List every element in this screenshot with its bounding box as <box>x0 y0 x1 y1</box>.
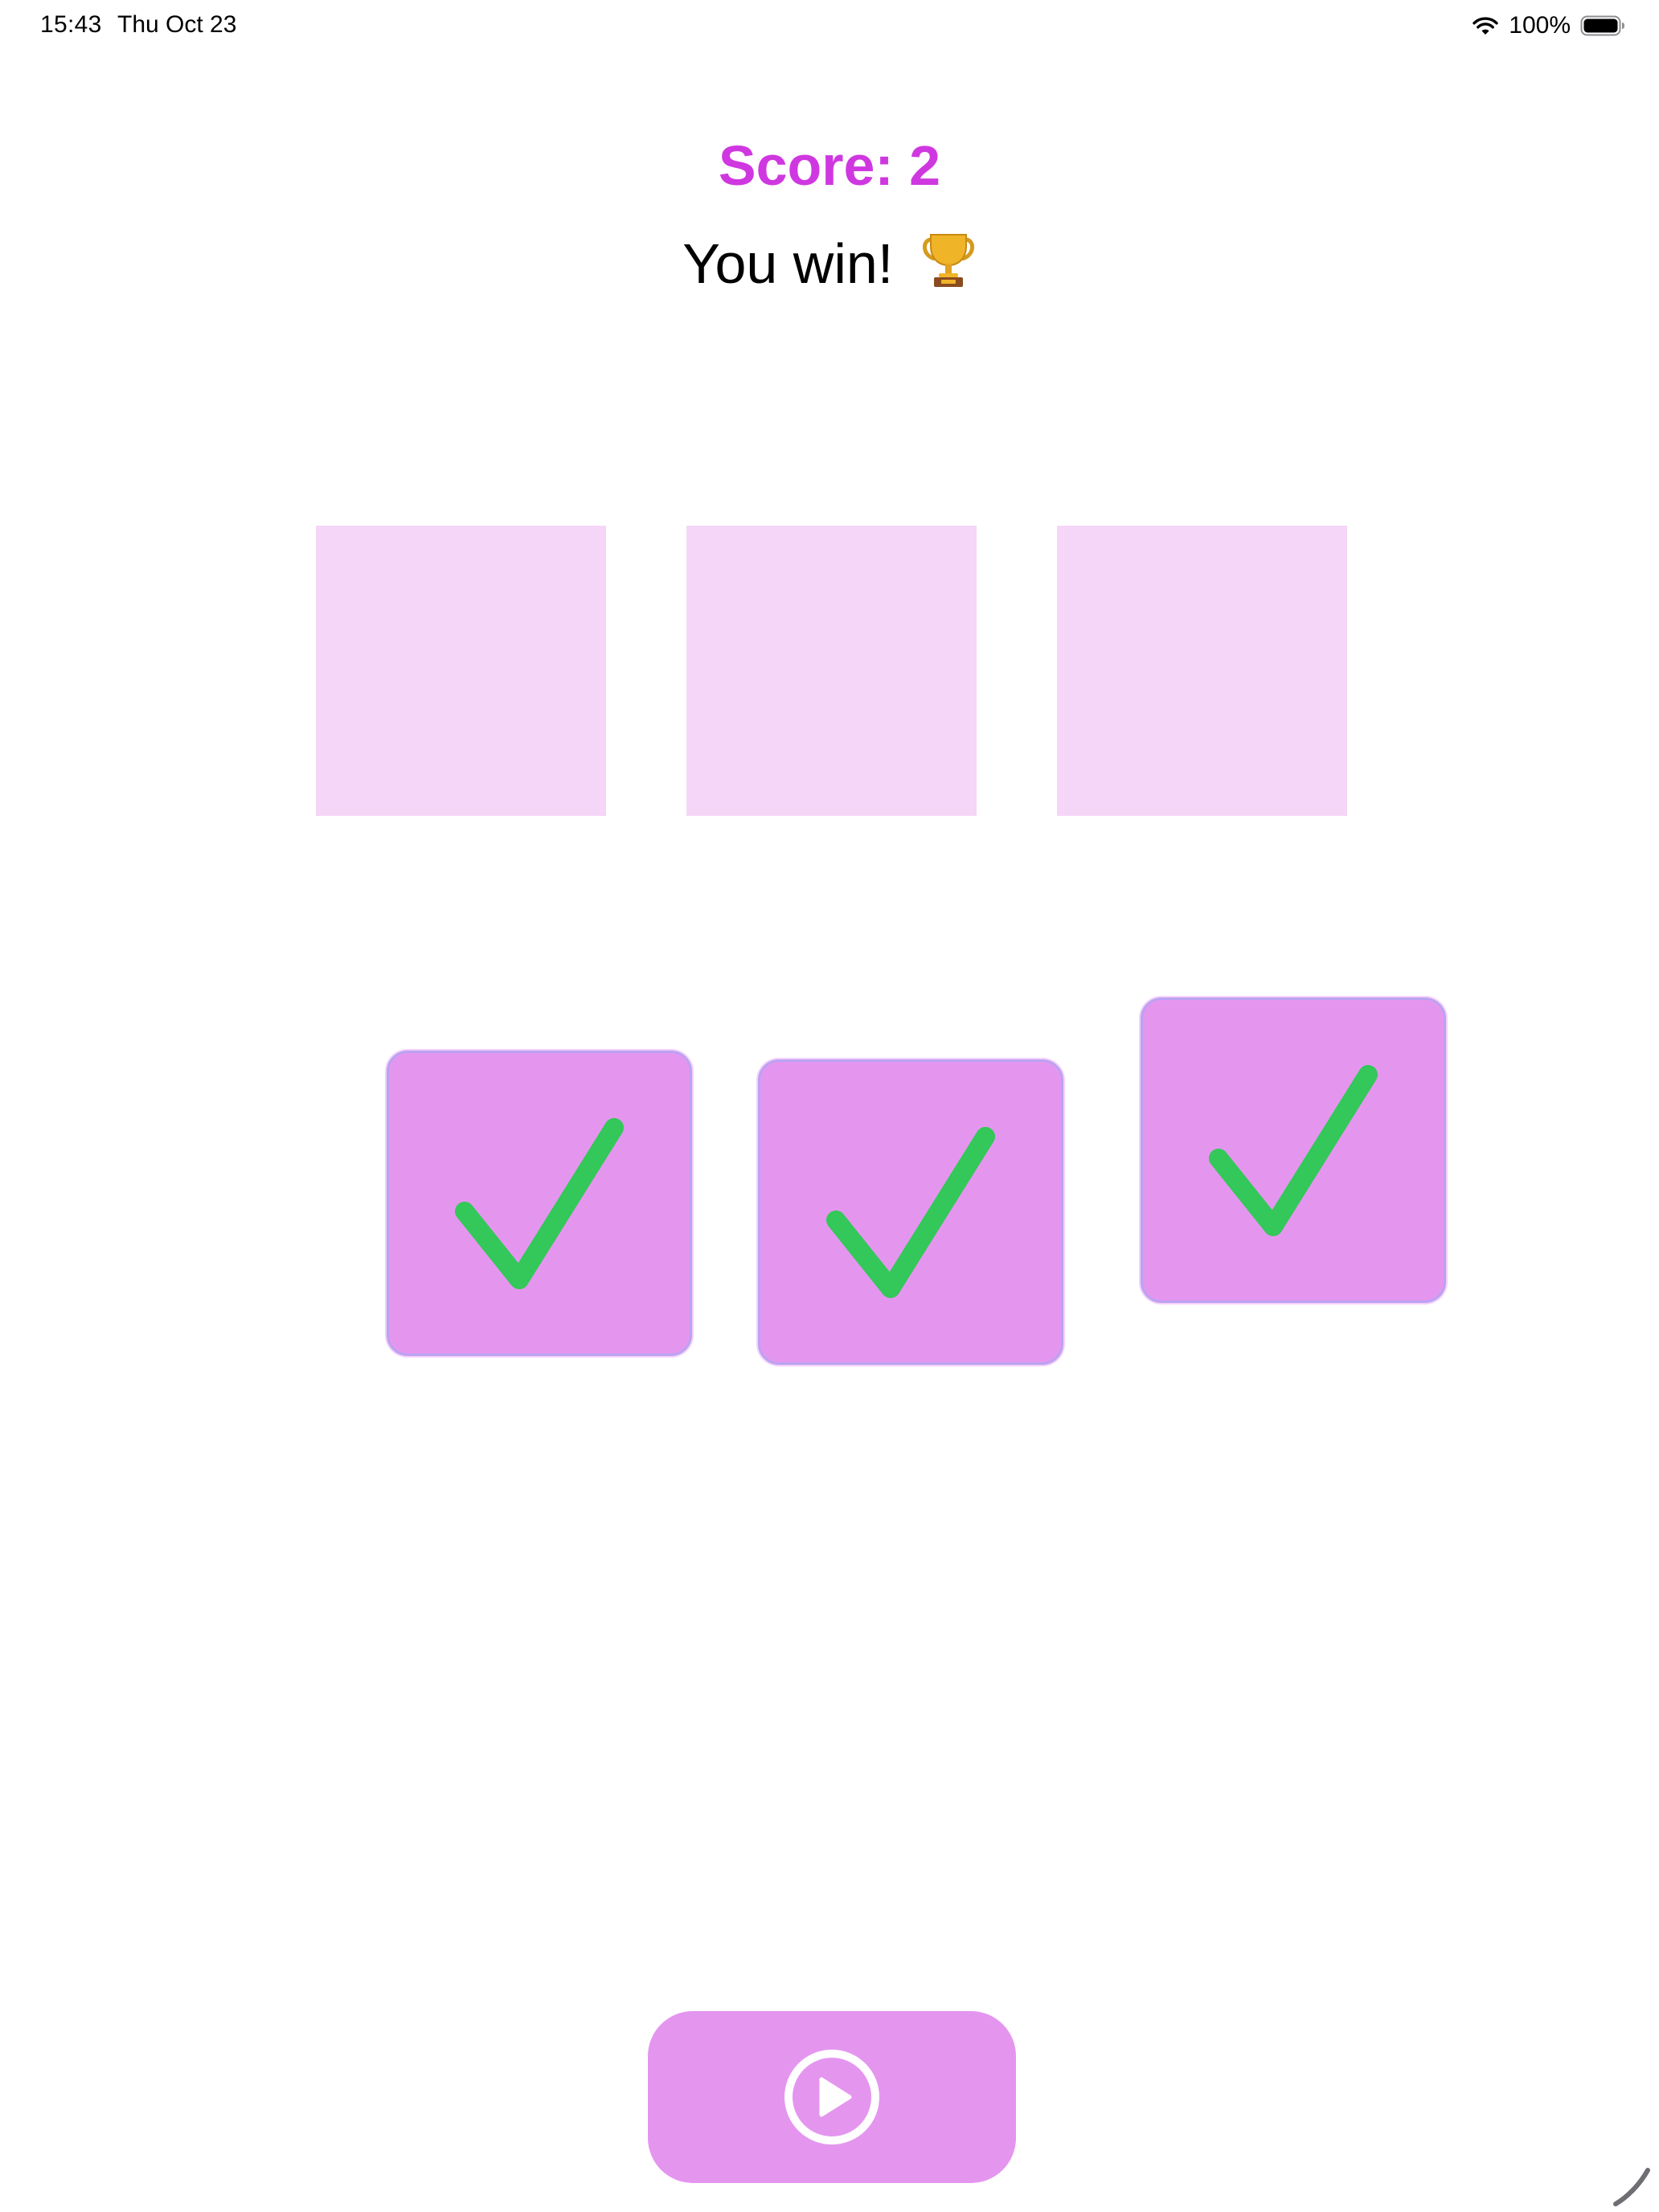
check-icon <box>826 1127 995 1298</box>
play-button[interactable] <box>648 2011 1016 2183</box>
play-icon <box>784 2050 879 2144</box>
check-icon <box>1209 1065 1378 1236</box>
score-label: Score: 2 <box>718 134 941 197</box>
result-text: You win! <box>682 232 894 295</box>
battery-percentage: 100% <box>1509 12 1571 39</box>
check-icon <box>455 1118 624 1289</box>
drop-slot[interactable] <box>686 526 977 816</box>
status-time: 15:43 <box>40 11 102 38</box>
draggable-card[interactable] <box>1141 997 1446 1303</box>
corner-handle-icon <box>1613 2168 1650 2206</box>
trophy-icon <box>922 234 974 287</box>
result-message: You win! <box>0 231 1659 296</box>
wifi-icon <box>1473 17 1498 35</box>
status-indicators: 100% <box>1472 10 1625 42</box>
game-screen: 15:43 Thu Oct 23 100% Score: 2 You win! <box>0 0 1659 2212</box>
battery-icon <box>1580 15 1624 36</box>
drop-slot[interactable] <box>1057 526 1347 816</box>
draggable-card[interactable] <box>387 1051 692 1356</box>
status-date: Thu Oct 23 <box>117 11 237 38</box>
draggable-card[interactable] <box>758 1059 1063 1365</box>
drop-slot[interactable] <box>316 526 606 816</box>
